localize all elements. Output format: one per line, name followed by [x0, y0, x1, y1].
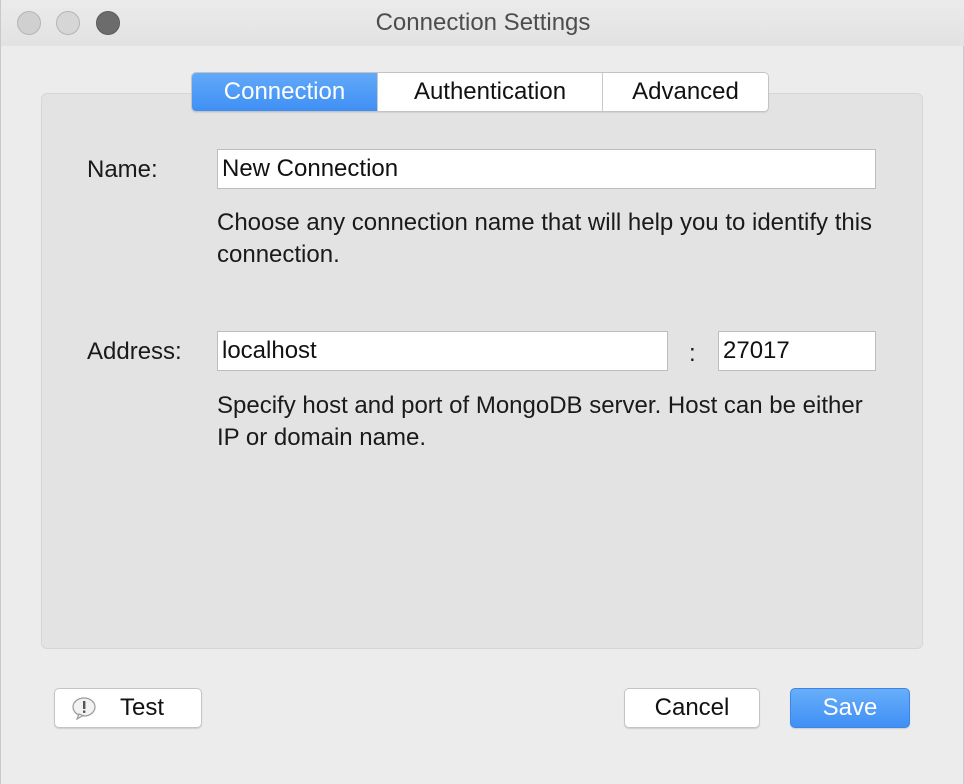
address-help-text: Specify host and port of MongoDB server.… — [217, 392, 863, 451]
title-bar[interactable]: Connection Settings — [1, 0, 964, 46]
port-field[interactable]: 27017 — [718, 331, 876, 371]
port-separator: : — [689, 340, 696, 367]
test-button-label: Test — [119, 694, 164, 721]
connection-settings-window: Connection Settings Connection Authentic… — [0, 0, 964, 784]
test-button[interactable]: Test — [54, 688, 202, 728]
name-help-text: Choose any connection name that will hel… — [217, 209, 873, 268]
address-label: Address: — [87, 338, 182, 365]
host-field[interactable]: localhost — [217, 331, 668, 371]
cancel-button[interactable]: Cancel — [624, 688, 760, 728]
tab-bar: Connection Authentication Advanced — [191, 72, 769, 112]
warning-icon — [72, 697, 96, 720]
tab-advanced[interactable]: Advanced — [603, 73, 768, 111]
name-label: Name: — [87, 156, 158, 183]
save-button[interactable]: Save — [790, 688, 910, 728]
tab-connection[interactable]: Connection — [192, 73, 378, 111]
window-title: Connection Settings — [375, 9, 591, 36]
tab-authentication[interactable]: Authentication — [378, 73, 603, 111]
name-field[interactable]: New Connection — [217, 149, 876, 189]
